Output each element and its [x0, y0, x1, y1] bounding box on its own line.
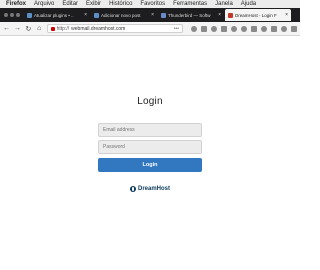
extension-icon[interactable] — [281, 25, 288, 32]
close-tab-icon[interactable]: × — [285, 12, 288, 18]
menubar-app-name[interactable]: Firefox — [6, 1, 26, 7]
menu-item-favoritos[interactable]: Favoritos — [140, 1, 165, 7]
window-controls — [0, 13, 24, 17]
dreamhost-logo-icon — [129, 186, 136, 192]
extension-icon[interactable] — [261, 25, 268, 32]
tab-title: Atualizar plugins • .. — [34, 12, 74, 18]
dreamhost-logo: DreamHost — [0, 186, 300, 192]
tab-title: DreamHost - Login F — [235, 12, 277, 18]
minimize-window-icon[interactable] — [10, 13, 14, 17]
close-tab-icon[interactable]: × — [218, 12, 221, 18]
url-bar[interactable]: http:// webmail.dreamhost.com ••• — [46, 24, 184, 33]
bookmark-icon[interactable] — [191, 25, 198, 32]
zoom-window-icon[interactable] — [16, 13, 20, 17]
tab-title: Adicionar novo post — [101, 12, 141, 18]
download-icon[interactable] — [211, 25, 218, 32]
forward-arrow-icon[interactable]: → — [14, 25, 21, 32]
dreamhost-logo-text: DreamHost — [137, 186, 170, 192]
url-protocol: http:// — [56, 25, 70, 32]
menu-item-janela[interactable]: Janela — [215, 1, 233, 7]
login-title: Login — [137, 96, 163, 107]
site-info-icon[interactable] — [50, 26, 55, 31]
menu-item-arquivo[interactable]: Arquivo — [34, 1, 54, 7]
toolbar-icons — [191, 25, 298, 32]
url-host: webmail.dreamhost.com — [71, 25, 126, 32]
browser-tab[interactable]: Atualizar plugins • .. × — [24, 9, 90, 21]
browser-tab-bar: Atualizar plugins • .. × Adicionar novo … — [0, 8, 300, 22]
reload-icon[interactable]: ↻ — [25, 25, 32, 33]
extension-icon[interactable] — [241, 25, 248, 32]
page-content: Login Login DreamHost — [0, 36, 300, 270]
email-field[interactable] — [98, 123, 202, 137]
menu-item-exibir[interactable]: Exibir — [86, 1, 101, 7]
home-icon[interactable]: ⌂ — [36, 25, 43, 32]
wordpress-icon — [94, 12, 99, 18]
close-tab-icon[interactable]: × — [151, 12, 154, 18]
login-button[interactable]: Login — [98, 158, 202, 172]
sidebar-icon[interactable] — [221, 25, 228, 32]
menu-item-editar[interactable]: Editar — [62, 1, 78, 7]
lock-icon[interactable] — [271, 25, 278, 32]
browser-toolbar: ← → ↻ ⌂ http:// webmail.dreamhost.com ••… — [0, 22, 300, 36]
thunderbird-icon — [161, 12, 166, 18]
library-icon[interactable] — [201, 25, 208, 32]
back-arrow-icon[interactable]: ← — [3, 25, 10, 32]
dreamhost-icon — [228, 12, 233, 18]
menu-item-ferramentas[interactable]: Ferramentas — [173, 1, 207, 7]
extension-icon[interactable] — [231, 25, 238, 32]
close-window-icon[interactable] — [4, 13, 8, 17]
extension-icon[interactable] — [251, 25, 258, 32]
macos-menubar: Firefox Arquivo Editar Exibir Histórico … — [0, 0, 300, 8]
browser-tab[interactable]: Thunderbird — Softw × — [158, 9, 224, 21]
wordpress-icon — [27, 12, 32, 18]
menu-icon[interactable] — [291, 25, 298, 32]
menu-item-historico[interactable]: Histórico — [109, 1, 132, 7]
close-tab-icon[interactable]: × — [84, 12, 87, 18]
page-actions-icon[interactable]: ••• — [174, 26, 179, 32]
menu-item-ajuda[interactable]: Ajuda — [241, 1, 256, 7]
password-field[interactable] — [98, 140, 202, 154]
browser-tab[interactable]: Adicionar novo post × — [91, 9, 157, 21]
browser-tab-active[interactable]: DreamHost - Login F × — [225, 9, 291, 21]
tab-title: Thunderbird — Softw — [168, 12, 211, 18]
